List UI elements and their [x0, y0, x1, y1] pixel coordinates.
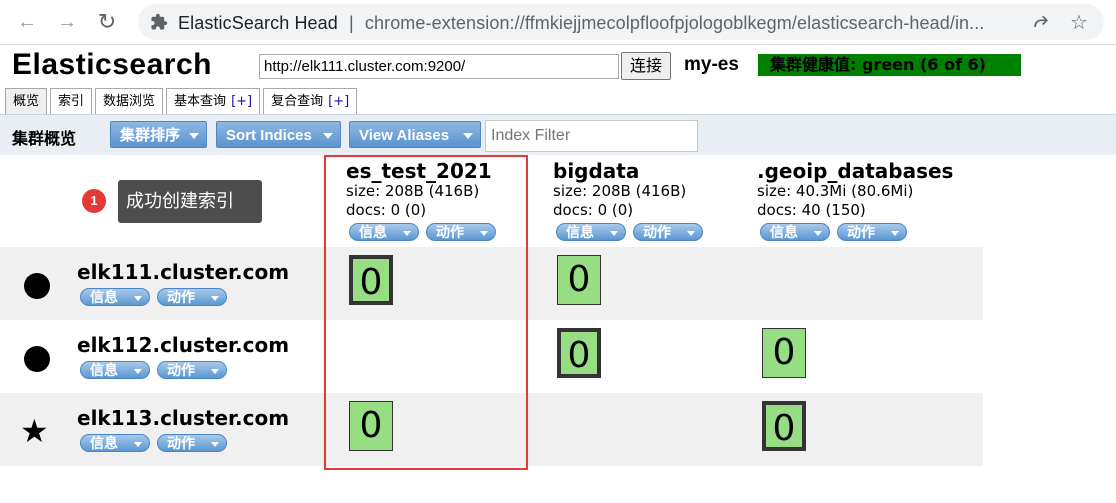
node-info-button[interactable]: 信息: [80, 434, 150, 452]
url-path: chrome-extension://ffmkiejjmecolpfloofpj…: [364, 13, 985, 33]
shard-box[interactable]: 0: [557, 328, 601, 378]
tab-basic-query[interactable]: 基本查询 [+]: [166, 88, 261, 114]
index-docs: docs: 40 (150): [757, 201, 866, 219]
button-label: 信息: [90, 290, 118, 306]
button-label: 信息: [90, 363, 118, 379]
cluster-health-badge: 集群健康值: green (6 of 6): [758, 54, 1021, 76]
node-info-button[interactable]: 信息: [80, 288, 150, 306]
index-name: bigdata: [553, 159, 640, 183]
chevron-down-icon: [211, 369, 219, 374]
url-separator: |: [349, 13, 354, 33]
button-label: 信息: [566, 225, 594, 241]
tab-label: 概览: [13, 94, 40, 109]
tab-data-browser[interactable]: 数据浏览: [95, 88, 164, 114]
button-label: View Aliases: [359, 127, 450, 144]
bookmark-star-icon[interactable]: ☆: [1070, 10, 1088, 35]
reload-icon[interactable]: ↻: [96, 11, 118, 33]
overview-toolbar: 集群概览 集群排序 Sort Indices View Aliases: [0, 114, 1116, 155]
index-info-button[interactable]: 信息: [760, 223, 830, 241]
node-action-button[interactable]: 动作: [157, 288, 227, 306]
chevron-down-icon: [134, 442, 142, 447]
button-label: 集群排序: [120, 127, 181, 144]
add-tab-link[interactable]: [+]: [328, 94, 349, 109]
dot-icon: [24, 346, 50, 372]
chevron-down-icon: [134, 296, 142, 301]
toolbar-title: 集群概览: [12, 129, 77, 148]
app-title: Elasticsearch: [12, 48, 212, 81]
node-name: elk112.cluster.com: [77, 333, 290, 357]
main-tabs: 概览 索引 数据浏览 基本查询 [+] 复合查询 [+]: [5, 88, 360, 114]
chevron-down-icon: [463, 133, 473, 139]
shard-box[interactable]: 0: [762, 401, 806, 451]
node-name: elk111.cluster.com: [77, 260, 290, 284]
button-label: 信息: [770, 225, 798, 241]
tab-label: 复合查询: [271, 94, 324, 109]
add-tab-link[interactable]: [+]: [231, 94, 252, 109]
tab-indices[interactable]: 索引: [50, 88, 93, 114]
connect-button[interactable]: 连接: [621, 52, 671, 80]
notification-badge: 1: [82, 189, 106, 213]
index-name: .geoip_databases: [757, 159, 954, 183]
chevron-down-icon: [134, 369, 142, 374]
chevron-down-icon: [687, 231, 695, 236]
index-size: size: 40.3Mi (80.6Mi): [757, 182, 914, 200]
forward-arrow-icon[interactable]: →: [56, 11, 78, 33]
chevron-down-icon: [189, 133, 199, 139]
index-action-button[interactable]: 动作: [633, 223, 703, 241]
button-label: 动作: [643, 225, 671, 241]
index-filter-input[interactable]: [485, 120, 698, 152]
chevron-down-icon: [814, 231, 822, 236]
button-label: 信息: [90, 436, 118, 452]
tab-label: 索引: [58, 94, 85, 109]
node-action-button[interactable]: 动作: [157, 434, 227, 452]
index-size: size: 208B (416B): [553, 182, 687, 200]
sort-cluster-button[interactable]: 集群排序: [110, 121, 207, 148]
extension-puzzle-icon: [151, 13, 168, 30]
sort-indices-button[interactable]: Sort Indices: [216, 121, 341, 148]
master-star-icon: ★: [20, 413, 49, 449]
highlight-frame: [324, 155, 528, 470]
view-aliases-button[interactable]: View Aliases: [349, 121, 481, 148]
tab-label: 数据浏览: [103, 94, 156, 109]
share-icon[interactable]: [1031, 12, 1051, 32]
chevron-down-icon: [891, 231, 899, 236]
tab-compound-query[interactable]: 复合查询 [+]: [263, 88, 358, 114]
index-action-button[interactable]: 动作: [837, 223, 907, 241]
button-label: 动作: [167, 436, 195, 452]
browser-toolbar: ← → ↻ ElasticSearch Head | chrome-extens…: [0, 0, 1116, 45]
shard-box[interactable]: 0: [762, 328, 806, 378]
success-tooltip: 成功创建索引: [118, 180, 262, 223]
chevron-down-icon: [211, 296, 219, 301]
node-action-button[interactable]: 动作: [157, 361, 227, 379]
button-label: 动作: [167, 290, 195, 306]
address-bar[interactable]: ElasticSearch Head | chrome-extension://…: [138, 4, 1104, 40]
shard-box[interactable]: 0: [557, 255, 601, 305]
back-arrow-icon[interactable]: ←: [16, 11, 38, 33]
button-label: 动作: [167, 363, 195, 379]
button-label: 动作: [847, 225, 875, 241]
site-name: ElasticSearch Head: [178, 13, 338, 33]
node-name: elk113.cluster.com: [77, 406, 290, 430]
tab-overview[interactable]: 概览: [5, 88, 48, 114]
chevron-down-icon: [211, 442, 219, 447]
node-info-button[interactable]: 信息: [80, 361, 150, 379]
connect-url-input[interactable]: [259, 54, 619, 79]
tab-label: 基本查询: [174, 94, 227, 109]
chevron-down-icon: [323, 133, 333, 139]
chevron-down-icon: [610, 231, 618, 236]
dot-icon: [24, 273, 50, 299]
url-text: ElasticSearch Head | chrome-extension://…: [178, 13, 984, 34]
index-docs: docs: 0 (0): [553, 201, 634, 219]
index-info-button[interactable]: 信息: [556, 223, 626, 241]
cluster-name: my-es: [684, 54, 739, 75]
button-label: Sort Indices: [226, 127, 312, 144]
